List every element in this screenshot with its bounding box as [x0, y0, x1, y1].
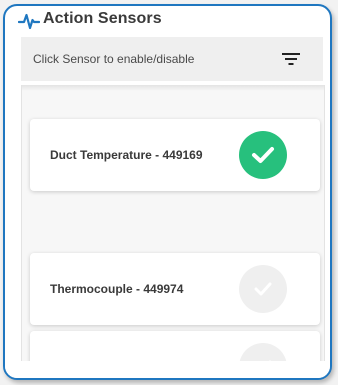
sensor-card-duct-temperature[interactable]: Duct Temperature - 449169	[30, 119, 320, 191]
sensor-card-thermocouple[interactable]: Thermocouple - 449974	[30, 253, 320, 325]
sensor-label: Thermocouple - 449974	[50, 282, 184, 296]
filter-hint-text: Click Sensor to enable/disable	[33, 52, 195, 66]
sensor-list[interactable]: Duct Temperature - 449169 Thermocouple -…	[21, 85, 325, 361]
panel-header: Action Sensors	[5, 6, 330, 36]
panel-title: Action Sensors	[43, 10, 162, 27]
action-sensors-panel: Action Sensors Click Sensor to enable/di…	[3, 4, 332, 380]
sensor-card-partial[interactable]	[30, 331, 320, 361]
sensor-label: Duct Temperature - 449169	[50, 148, 203, 162]
panel-footer	[5, 361, 330, 378]
scroll-shadow	[22, 85, 324, 91]
checkmark-icon	[254, 282, 272, 296]
pulse-icon	[18, 13, 40, 30]
checkmark-icon	[252, 147, 274, 163]
filter-icon[interactable]	[282, 52, 300, 66]
sensor-status-disabled[interactable]	[239, 343, 287, 361]
filter-bar[interactable]: Click Sensor to enable/disable	[21, 37, 323, 81]
sensor-status-disabled[interactable]	[239, 265, 287, 313]
sensor-status-enabled[interactable]	[239, 131, 287, 179]
